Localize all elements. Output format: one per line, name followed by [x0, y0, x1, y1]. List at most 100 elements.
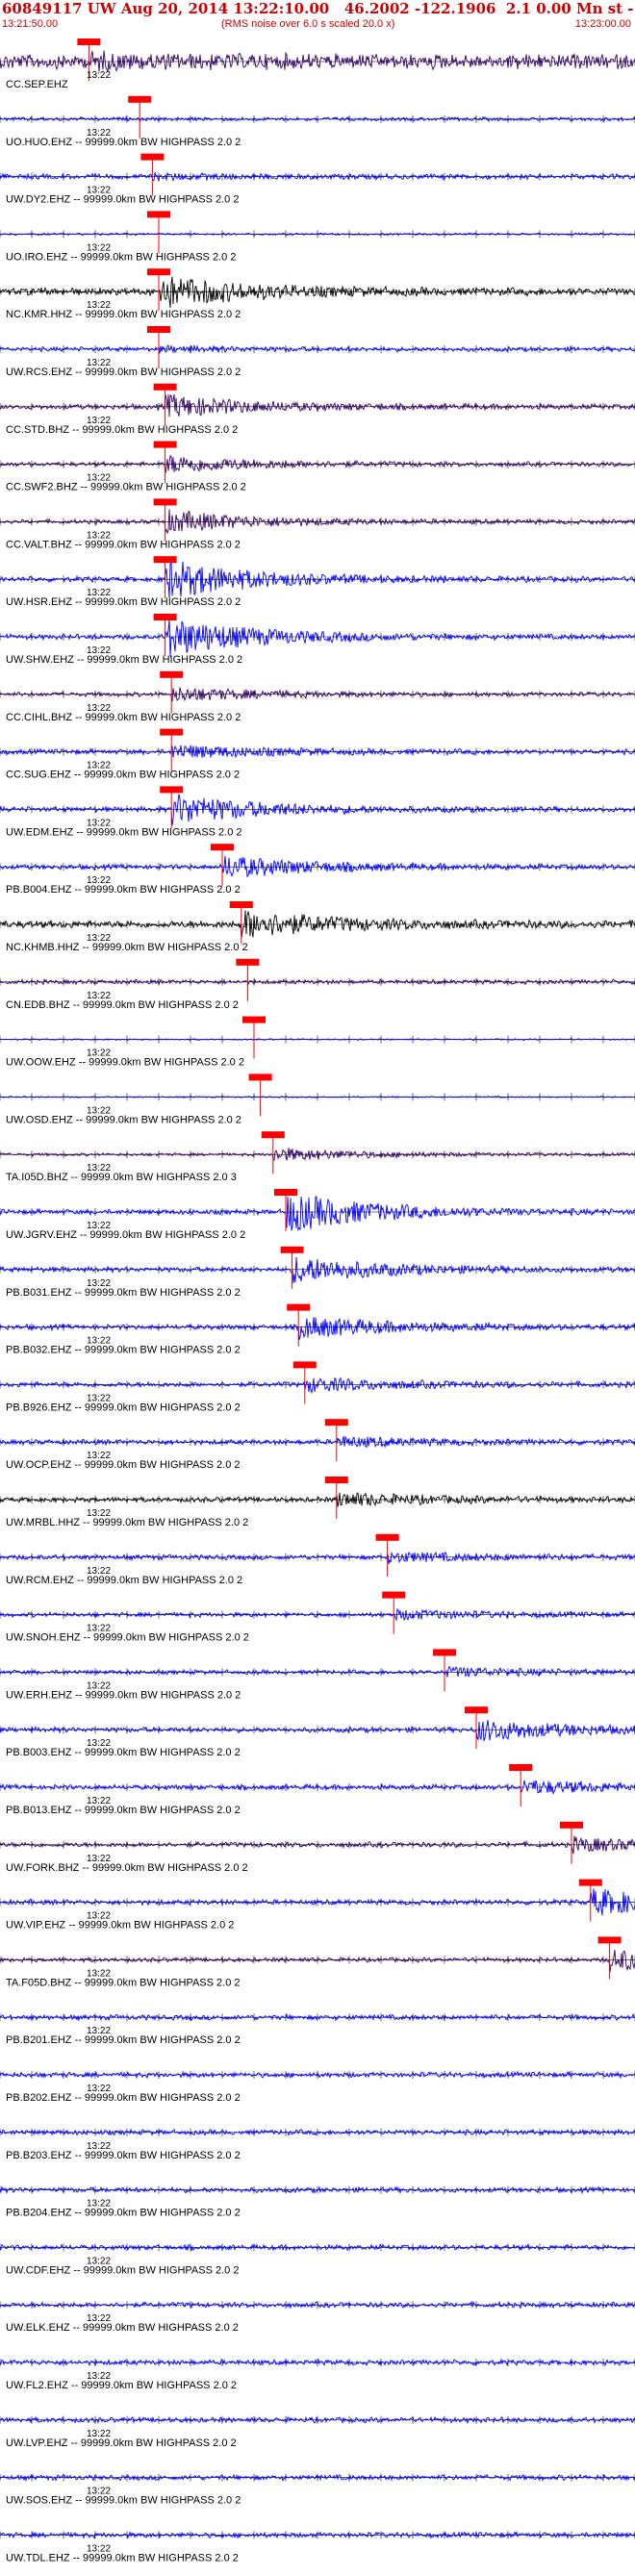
pick-flag [160, 786, 184, 794]
channel-label: PB.B032.EHZ -- 99999.0km BW HIGHPASS 2.0… [6, 1345, 241, 1356]
trace-row: 13:22PB.B203.EHZ -- 99999.0km BW HIGHPAS… [0, 2128, 635, 2161]
trace-row: 13:22UW.DY2.EHZ -- 99999.0km BW HIGHPASS… [0, 153, 635, 206]
trace-row: 13:22PB.B003.EHZ -- 99999.0km BW HIGHPAS… [0, 1706, 635, 1758]
trace-row: 13:22UW.EDM.EHZ -- 99999.0km BW HIGHPASS… [0, 786, 635, 838]
pick-flag [236, 958, 260, 966]
pick-flag [375, 1533, 399, 1541]
trace-row: 13:22NC.KMR.HHZ -- 99999.0km BW HIGHPASS… [0, 268, 635, 320]
pick-flag [560, 1821, 583, 1829]
channel-label: UW.DY2.EHZ -- 99999.0km BW HIGHPASS 2.0 … [6, 194, 239, 206]
channel-label: NC.KMR.HHZ -- 99999.0km BW HIGHPASS 2.0 … [6, 309, 241, 320]
trace-row: 13:22UW.HSR.EHZ -- 99999.0km BW HIGHPASS… [0, 556, 635, 608]
pick-flag [274, 1189, 297, 1196]
channel-label: UO.HUO.EHZ -- 99999.0km BW HIGHPASS 2.0 … [6, 137, 241, 148]
channel-label: PB.B203.EHZ -- 99999.0km BW HIGHPASS 2.0… [6, 2150, 241, 2161]
channel-label: PB.B926.EHZ -- 99999.0km BW HIGHPASS 2.0… [6, 1402, 241, 1413]
channel-label: UW.JGRV.EHZ -- 99999.0km BW HIGHPASS 2.0… [6, 1229, 245, 1241]
channel-label: UW.OSD.EHZ -- 99999.0km BW HIGHPASS 2.0 … [6, 1114, 241, 1125]
pick-flag [128, 95, 152, 103]
channel-label: UW.FL2.EHZ -- 99999.0km BW HIGHPASS 2.0 … [6, 2380, 237, 2391]
trace-row: 13:22UO.IRO.EHZ -- 99999.0km BW HIGHPASS… [0, 211, 635, 263]
trace-row: 13:22UO.HUO.EHZ -- 99999.0km BW HIGHPASS… [0, 95, 635, 148]
pick-flag [248, 1073, 272, 1081]
trace-row: 13:22CC.SUG.EHZ -- 99999.0km BW HIGHPASS… [0, 728, 635, 781]
seismogram-panel: 13:22 CC.SEP.EHZ 13:22UO.HUO.EHZ -- 99999.… [0, 38, 635, 2563]
channel-label: TA.F05D.BHZ -- 99999.0km BW HIGHPASS 2.0… [6, 1977, 241, 1988]
trace-row: 13:22PB.B204.EHZ -- 99999.0km BW HIGHPAS… [0, 2185, 635, 2219]
channel-label: PB.B202.EHZ -- 99999.0km BW HIGHPASS 2.0… [6, 2092, 241, 2104]
trace-row: 13:22UW.FL2.EHZ -- 99999.0km BW HIGHPASS… [0, 2358, 635, 2391]
trace-row: 13:22CC.STD.BHZ -- 99999.0km BW HIGHPASS… [0, 383, 635, 436]
pick-flag [211, 844, 234, 851]
pick-flag [597, 1936, 622, 1944]
trace-row: 13:22UW.SNOH.EHZ -- 99999.0km BW HIGHPAS… [0, 1591, 635, 1644]
channel-label: NC.KHMB.HHZ -- 99999.0km BW HIGHPASS 2.0… [6, 942, 248, 953]
channel-label: PB.B003.EHZ -- 99999.0km BW HIGHPASS 2.0… [6, 1747, 241, 1758]
trace-row: 13:22UW.OOW.EHZ -- 99999.0km BW HIGHPASS… [0, 1016, 635, 1069]
pick-flag [242, 1016, 266, 1023]
pick-flag [292, 1361, 317, 1369]
channel-label: UW.RCM.EHZ -- 99999.0km BW HIGHPASS 2.0 … [6, 1575, 242, 1586]
pick-flag [160, 670, 184, 678]
channel-label: UW.MRBL.HHZ -- 99999.0km BW HIGHPASS 2.0… [6, 1517, 248, 1528]
trace-row: 13:22UW.RCS.EHZ -- 99999.0km BW HIGHPASS… [0, 326, 635, 378]
pick-flag [147, 326, 170, 333]
pick-flag [140, 153, 165, 161]
pick-flag [465, 1706, 488, 1714]
pick-flag [147, 268, 170, 276]
channel-label: UW.OOW.EHZ -- 99999.0km BW HIGHPASS 2.0 … [6, 1057, 244, 1069]
trace-row: 13:22PB.B004.EHZ -- 99999.0km BW HIGHPAS… [0, 844, 635, 896]
channel-label: CC.VALT.BHZ -- 99999.0km BW HIGHPASS 2.0… [6, 539, 241, 550]
pick-flag [77, 38, 101, 45]
minute-tick-label: 13:22 [87, 70, 111, 81]
channel-label: UW.VIP.EHZ -- 99999.0km BW HIGHPASS 2.0 … [6, 1920, 234, 1932]
channel-label: UW.SHW.EHZ -- 99999.0km BW HIGHPASS 2.0 … [6, 654, 242, 666]
trace-row: 13:22UW.RCM.EHZ -- 99999.0km BW HIGHPASS… [0, 1533, 635, 1586]
channel-label: CN.EDB.BHZ -- 99999.0km BW HIGHPASS 2.0 … [6, 999, 239, 1011]
channel-label: TA.I05D.BHZ -- 99999.0km BW HIGHPASS 2.0… [6, 1172, 237, 1183]
trace-row: 13:22CC.CIHL.BHZ -- 99999.0km BW HIGHPAS… [0, 670, 635, 723]
trace-row: 13:22PB.B926.EHZ -- 99999.0km BW HIGHPAS… [0, 1361, 635, 1413]
channel-label: UO.IRO.EHZ -- 99999.0km BW HIGHPASS 2.0 … [6, 251, 236, 263]
pick-flag [324, 1419, 348, 1427]
trace-row: 13:22UW.SOS.EHZ -- 99999.0km BW HIGHPASS… [0, 2473, 635, 2507]
pick-flag [147, 211, 170, 218]
channel-label: UW.OCP.EHZ -- 99999.0km BW HIGHPASS 2.0 … [6, 1459, 241, 1471]
trace-row: 13:22UW.SHW.EHZ -- 99999.0km BW HIGHPASS… [0, 614, 635, 666]
trace-row: 13:22UW.VIP.EHZ -- 99999.0km BW HIGHPASS… [0, 1879, 635, 1932]
pick-flag [382, 1591, 406, 1599]
pick-flag [153, 441, 177, 448]
pick-flag [578, 1879, 602, 1886]
pick-flag [160, 728, 184, 736]
channel-label: UW.HSR.EHZ -- 99999.0km BW HIGHPASS 2.0 … [6, 596, 241, 608]
channel-label: UW.EDM.EHZ -- 99999.0km BW HIGHPASS 2.0 … [6, 826, 242, 838]
channel-label: UW.CDF.EHZ -- 99999.0km BW HIGHPASS 2.0 … [6, 2264, 239, 2276]
channel-label: UW.LVP.EHZ -- 99999.0km BW HIGHPASS 2.0 … [6, 2437, 237, 2449]
channel-label: PB.B201.EHZ -- 99999.0km BW HIGHPASS 2.0… [6, 2034, 241, 2046]
pick-flag [229, 901, 253, 908]
pick-flag [433, 1649, 456, 1656]
pick-flag [261, 1131, 285, 1139]
trace-row: 13:22UW.MRBL.HHZ -- 99999.0km BW HIGHPAS… [0, 1477, 635, 1528]
trace-row: 13:22UW.TDL.EHZ -- 99999.0km BW HIGHPASS… [0, 2530, 635, 2563]
trace-row: 13:22PB.B202.EHZ -- 99999.0km BW HIGHPAS… [0, 2070, 635, 2104]
trace-row: 13:22TA.F05D.BHZ -- 99999.0km BW HIGHPAS… [0, 1936, 635, 1988]
trace-row: 13:22CC.SWF2.BHZ -- 99999.0km BW HIGHPAS… [0, 441, 635, 493]
trace-row: 13:22UW.ELK.EHZ -- 99999.0km BW HIGHPASS… [0, 2300, 635, 2334]
channel-label: CC.SEP.EHZ [6, 79, 68, 90]
trace-row: 13:22 CC.SEP.EHZ [0, 38, 635, 90]
trace-row: 13:22UW.OSD.EHZ -- 99999.0km BW HIGHPASS… [0, 1073, 635, 1125]
pick-flag [324, 1477, 348, 1483]
trace-row: 13:22UW.FORK.BHZ -- 99999.0km BW HIGHPAS… [0, 1821, 635, 1874]
channel-label: PB.B031.EHZ -- 99999.0km BW HIGHPASS 2.0… [6, 1287, 241, 1299]
channel-label: CC.CIHL.BHZ -- 99999.0km BW HIGHPASS 2.0… [6, 712, 241, 723]
channel-label: UW.SOS.EHZ -- 99999.0km BW HIGHPASS 2.0 … [6, 2495, 241, 2507]
pick-flag [153, 556, 177, 564]
pick-flag [280, 1246, 304, 1253]
channel-label: PB.B004.EHZ -- 99999.0km BW HIGHPASS 2.0… [6, 884, 241, 896]
channel-label: UW.RCS.EHZ -- 99999.0km BW HIGHPASS 2.0 … [6, 366, 241, 378]
channel-label: UW.SNOH.EHZ -- 99999.0km BW HIGHPASS 2.0… [6, 1632, 249, 1644]
channel-label: UW.FORK.BHZ -- 99999.0km BW HIGHPASS 2.0… [6, 1862, 248, 1874]
trace-row: 13:22UW.JGRV.EHZ -- 99999.0km BW HIGHPAS… [0, 1189, 635, 1241]
trace-row: 13:22PB.B031.EHZ -- 99999.0km BW HIGHPAS… [0, 1246, 635, 1299]
